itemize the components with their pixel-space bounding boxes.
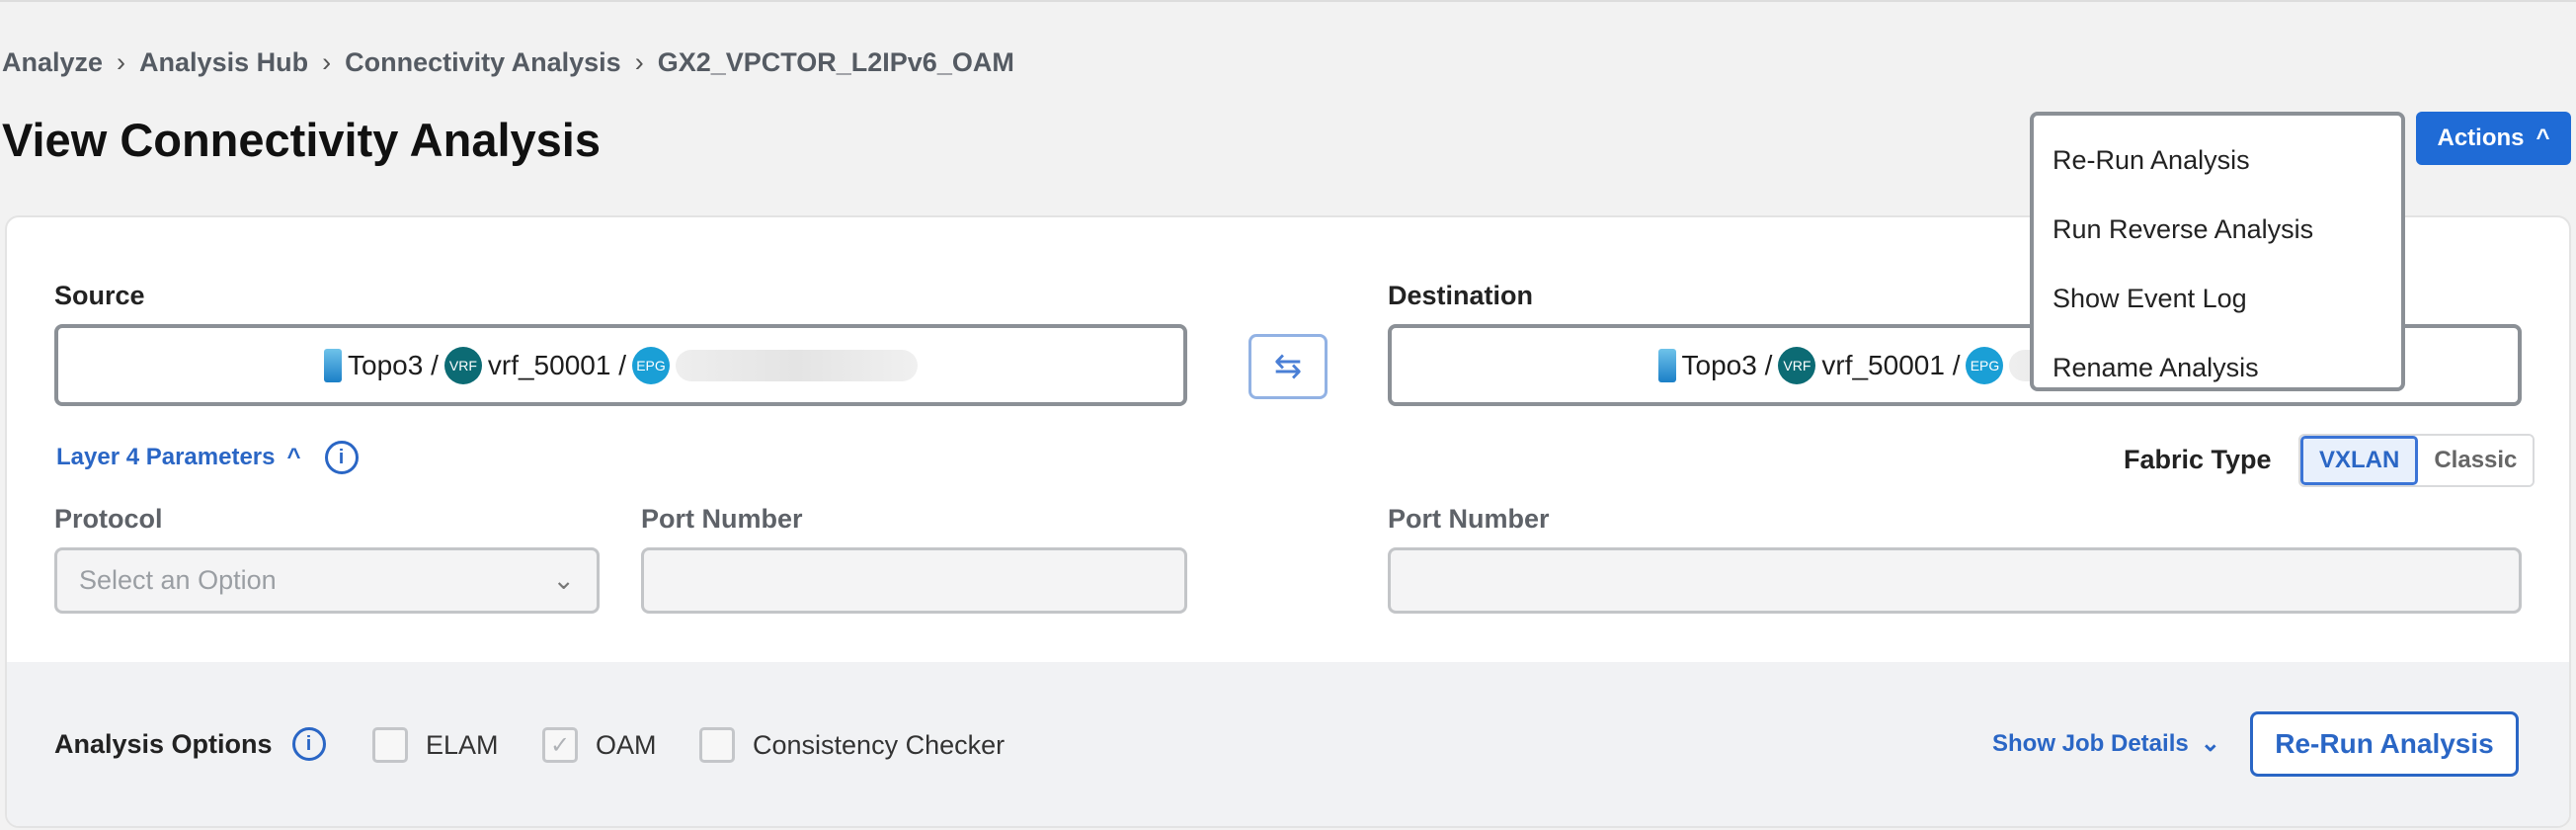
chevron-down-icon: ⌄ [2200,730,2220,757]
rerun-analysis-button[interactable]: Re-Run Analysis [2250,711,2519,777]
page-title: View Connectivity Analysis [2,114,601,166]
info-icon[interactable]: i [291,727,326,761]
swap-button[interactable]: ⇆ [1248,334,1328,399]
destination-port-input[interactable] [1388,547,2522,614]
analysis-options: Analysis Options i [54,727,326,761]
consistency-checker-option[interactable]: Consistency Checker [699,727,1005,763]
destination-fabric: Topo3 / [1681,349,1773,380]
destination-port-label: Port Number [1388,504,1550,534]
source-field[interactable]: Topo3 / VRF vrf_50001 / EPG [54,324,1187,406]
show-job-details-label[interactable]: Show Job Details [1992,730,2189,758]
redacted-epg [675,349,918,381]
source-fabric: Topo3 / [348,349,439,380]
source-label: Source [54,281,145,310]
chevron-right-icon: › [117,47,126,77]
vrf-icon: VRF [443,346,482,384]
source-port-input[interactable] [641,547,1187,614]
analysis-options-label: Analysis Options [54,728,273,759]
actions-menu: Re-Run Analysis Run Reverse Analysis Sho… [2030,112,2405,391]
menu-item-rename-analysis[interactable]: Rename Analysis [2034,333,2401,402]
fabric-classic-option[interactable]: Classic [2418,436,2534,485]
destination-vrf: vrf_50001 / [1821,349,1961,380]
consistency-checker-checkbox[interactable] [699,727,735,763]
menu-item-show-event-log[interactable]: Show Event Log [2034,264,2401,333]
source-vrf: vrf_50001 / [487,349,626,380]
breadcrumb-connectivity-analysis[interactable]: Connectivity Analysis [345,47,621,78]
protocol-label: Protocol [54,504,163,534]
layer4-label[interactable]: Layer 4 Parameters [56,444,275,471]
breadcrumb-analysis-hub[interactable]: Analysis Hub [139,47,308,78]
breadcrumb-analyze[interactable]: Analyze [2,47,103,78]
menu-item-run-reverse-analysis[interactable]: Run Reverse Analysis [2034,195,2401,264]
fabric-type-toggle: VXLAN Classic [2298,434,2536,487]
elam-checkbox[interactable] [372,727,408,763]
chevron-down-icon: ⌄ [552,565,575,595]
chevron-up-icon: ^ [286,444,301,470]
chevron-right-icon: › [634,47,644,77]
show-job-details[interactable]: Show Job Details ⌄ [1992,729,2220,758]
oam-option[interactable]: ✓ OAM [542,727,657,763]
protocol-placeholder: Select an Option [79,565,277,595]
vrf-icon: VRF [1778,346,1816,384]
elam-option[interactable]: ELAM [372,727,499,763]
menu-item-rerun-analysis[interactable]: Re-Run Analysis [2034,125,2401,195]
chevron-right-icon: › [322,47,332,77]
epg-icon: EPG [1966,346,2004,384]
destination-label: Destination [1388,281,1534,310]
fabric-type-label: Fabric Type [2124,445,2272,474]
breadcrumb: Analyze › Analysis Hub › Connectivity Anal… [2,47,1014,78]
actions-button[interactable]: Actions ^ [2416,112,2571,165]
protocol-select[interactable]: Select an Option ⌄ [54,547,600,614]
fabric-icon [324,348,343,382]
oam-label: OAM [596,729,657,760]
port-number-label: Port Number [641,504,803,534]
fabric-vxlan-option[interactable]: VXLAN [2300,436,2419,485]
consistency-checker-label: Consistency Checker [753,729,1006,760]
layer4-toggle[interactable]: Layer 4 Parameters ^ i [56,441,359,474]
fabric-icon [1657,348,1676,382]
oam-checkbox[interactable]: ✓ [542,727,578,763]
info-icon[interactable]: i [324,441,359,474]
chevron-up-icon: ^ [2536,124,2550,151]
breadcrumb-current: GX2_VPCTOR_L2IPv6_OAM [657,47,1014,77]
epg-icon: EPG [631,346,670,384]
elam-label: ELAM [426,729,499,760]
swap-arrows-icon: ⇆ [1273,348,1303,385]
actions-label: Actions [2437,124,2525,151]
